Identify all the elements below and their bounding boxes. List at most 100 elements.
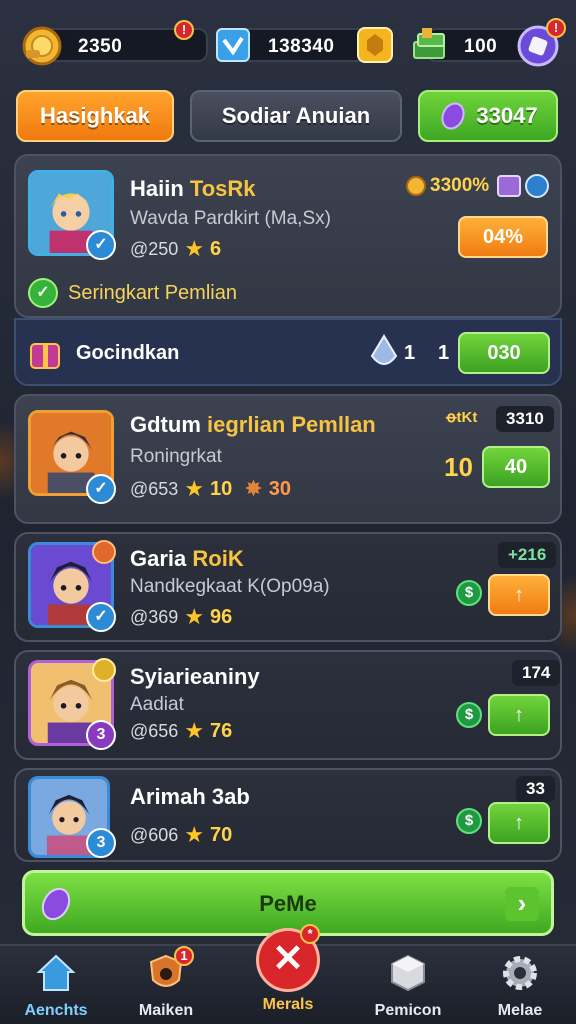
nav-label: Melae [497, 1002, 543, 1019]
hero-power: @656 [130, 720, 179, 741]
main-action-label: PeMe [259, 891, 317, 916]
gem-value: 138340 [268, 36, 335, 57]
bonus-row[interactable]: Gocindkan 1 1 030 [14, 318, 562, 386]
star-icon: ★ [184, 476, 205, 501]
nav-item-shield[interactable]: 1 Maiken [116, 946, 216, 1019]
cash-coin-icon: $ [456, 702, 482, 728]
hero-upgrade-button[interactable]: ↑ [488, 574, 550, 616]
hero-card[interactable]: ✓ Gdtum iegrlian Pemllan Roningrkat @653… [14, 394, 562, 524]
hero-name-first: Garia [130, 546, 187, 571]
nav-item-home[interactable]: Aenchts [6, 952, 106, 1019]
info-icon[interactable] [525, 174, 550, 198]
cash-value: 100 [464, 36, 498, 57]
chevron-right-icon: › [505, 887, 539, 921]
hero-level: 10 [444, 452, 473, 482]
hero-stats: @250 ★ 6 [130, 236, 221, 262]
hero-upgrade-button[interactable]: 40 [482, 446, 550, 488]
gift-box-icon [28, 336, 64, 372]
cash-coin-icon: $ [456, 808, 482, 834]
nav-alert-badge: 1 [174, 946, 194, 966]
hero-name-second: RoiK [192, 546, 244, 571]
nav-item-cube[interactable]: Pemicon [358, 952, 458, 1019]
hero-tag: 174 [512, 660, 561, 686]
hero-subtitle: Roningrkat [130, 446, 222, 467]
resource-alert-badge: ! [174, 20, 194, 40]
nav-label: Merals [262, 996, 314, 1013]
hero-upgrade-button[interactable]: ↑ [488, 694, 550, 736]
gold-chest-icon[interactable] [356, 26, 394, 64]
gold-value: 2350 [78, 36, 123, 57]
featured-action-button[interactable]: 04% [458, 216, 548, 258]
star-icon: ★ [184, 236, 205, 261]
gem-box-icon [214, 26, 252, 64]
cash-stack-icon [408, 24, 452, 68]
hero-stats: @606 ★ 70 [130, 822, 232, 848]
hero-name: Gdtum iegrlian Pemllan [130, 412, 376, 438]
hero-power: @250 [130, 238, 179, 259]
hero-name-first: Arimah [130, 784, 206, 809]
hero-stats: @656 ★ 76 [130, 718, 232, 744]
tab-crystal[interactable]: 33047 [418, 90, 558, 142]
star-icon: ★ [184, 822, 205, 847]
hero-name: Garia RoiK [130, 546, 244, 572]
burst-star-icon: ✸ [244, 476, 263, 501]
verified-check-icon: ✓ [86, 474, 116, 504]
crystal-icon [438, 101, 468, 131]
hero-stars: 10 [210, 477, 233, 500]
hero-extra: 30 [268, 477, 291, 500]
hero-power: @653 [130, 478, 179, 499]
tag-label: ꝋtKt [446, 409, 478, 426]
hero-power: @606 [130, 824, 179, 845]
nav-label: Maiken [138, 1002, 194, 1019]
nav-label: Aenchts [24, 1002, 88, 1019]
star-icon: ★ [184, 604, 205, 629]
main-action-button[interactable]: PeMe › [22, 870, 554, 936]
hero-card[interactable]: 3 Arimah 3ab @606 ★ 70 33 $ ↑ [14, 768, 562, 862]
featured-hero-card[interactable]: ✓ Haiin TosRk Wavda Pardkirt (Ma,Sx) @25… [14, 154, 562, 318]
hero-stars: 6 [210, 237, 222, 260]
flame-badge-icon [92, 540, 116, 564]
hero-tag: 33 [516, 776, 555, 802]
resource-bar: 2350 ! 138340 100 ! [16, 18, 566, 70]
crystal-value: 33047 [476, 103, 538, 128]
bonus-claim-button[interactable]: 030 [458, 332, 550, 374]
hero-tag: 3310 [496, 406, 554, 432]
hero-name: Arimah 3ab [130, 784, 250, 810]
hero-name-second: TosRk [189, 176, 256, 201]
hero-name-first: Gdtum [130, 412, 201, 437]
hero-name: Haiin TosRk [130, 176, 256, 202]
hero-tag: +216 [498, 542, 557, 568]
gear-icon [499, 952, 541, 994]
hero-upgrade-button[interactable]: ↑ [488, 802, 550, 844]
hero-stats: @369 ★ 96 [130, 604, 232, 630]
checkmark-icon: ✓ [28, 278, 58, 308]
nav-label: Pemicon [374, 1002, 442, 1019]
close-alert-badge: * [300, 924, 320, 944]
hero-subtitle: Aadiat [130, 694, 184, 715]
hero-name-second: 3ab [211, 784, 250, 809]
cube-icon [387, 952, 429, 994]
status-row: ✓ Seringkart Pemlian [28, 278, 237, 308]
crystal-drop-icon [370, 334, 398, 372]
bonus-count-b: 1 [438, 342, 450, 364]
gold-coin-icon [20, 24, 64, 68]
nav-item-settings[interactable]: Melae [470, 952, 570, 1019]
bonus-count-a: 1 [404, 342, 416, 364]
hero-stars: 96 [210, 605, 233, 628]
tab-middle[interactable]: Sodiar Anuian [190, 90, 402, 142]
nav-item-close[interactable]: ✕ * Merals [238, 924, 338, 1013]
hero-card[interactable]: ✓ Garia RoiK Nandkegkaat K(Op09a) @369 ★… [14, 532, 562, 642]
sun-badge-icon [92, 658, 116, 682]
hero-name-second: iegrlian Pemllan [207, 412, 376, 437]
rank-badge-icon: 3 [86, 720, 116, 750]
verified-check-icon: ✓ [86, 602, 116, 632]
rank-badge-icon: 3 [86, 828, 116, 858]
home-icon [35, 952, 77, 994]
hero-power: @369 [130, 606, 179, 627]
tab-left[interactable]: Hasighkak [16, 90, 174, 142]
hero-stars: 70 [210, 823, 233, 846]
hero-card[interactable]: 3 Syiarieaniny Aadiat @656 ★ 76 174 $ ↑ [14, 650, 562, 760]
hero-stars: 76 [210, 719, 233, 742]
hero-subtitle: Nandkegkaat K(Op09a) [130, 576, 330, 597]
coin-icon [406, 176, 426, 196]
